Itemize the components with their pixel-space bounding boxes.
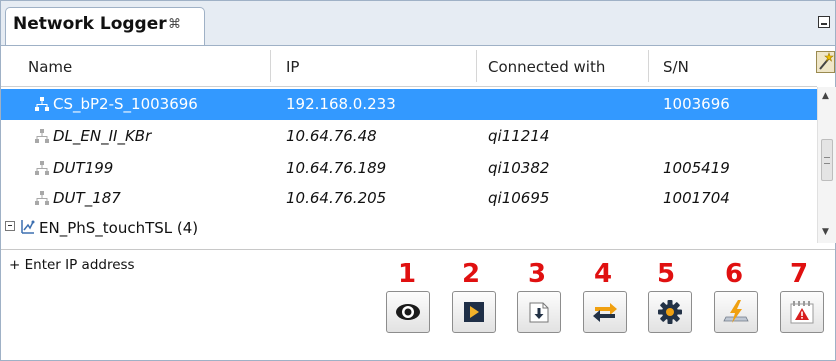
button-number-label: 2 [461, 259, 481, 289]
cell-ip: 10.64.76.48 [286, 127, 377, 145]
tab-close-icon[interactable]: ⌘ [168, 17, 181, 32]
button-number-label: 4 [593, 259, 613, 289]
table-row[interactable]: DUT199 10.64.76.189 qi10382 1005419 [1, 153, 817, 184]
column-header-sn[interactable]: S/N [663, 58, 689, 76]
settings-button[interactable] [648, 291, 692, 333]
table-row[interactable]: DL_EN_II_KBr 10.64.76.48 qi11214 [1, 121, 817, 152]
network-device-icon [35, 191, 49, 205]
column-separator [270, 50, 271, 82]
cell-ip: 10.64.76.205 [286, 189, 387, 207]
group-label: EN_PhS_touchTSL (4) [39, 219, 199, 237]
column-header-name[interactable]: Name [28, 58, 72, 76]
swap-arrows-icon [593, 303, 617, 322]
cell-ip: 10.64.76.189 [286, 159, 387, 177]
cell-sn: 1003696 [663, 95, 730, 113]
tab-title: Network Logger [13, 14, 167, 34]
column-separator [648, 50, 649, 82]
cell-sn: 1005419 [663, 159, 730, 177]
table-header: Name IP Connected with S/N [1, 46, 817, 87]
start-button[interactable] [452, 291, 496, 333]
table-row[interactable]: DUT_187 10.64.76.205 qi10695 1001704 [1, 183, 817, 214]
swap-button[interactable] [583, 291, 627, 333]
button-number-label: 1 [397, 259, 417, 289]
table-row[interactable]: CS_bP2-S_1003696 192.168.0.233 1003696 [1, 89, 817, 120]
cell-connected-with: qi10695 [488, 189, 550, 207]
scroll-up-icon[interactable]: ▲ [822, 91, 829, 101]
vertical-scrollbar[interactable]: ▲ ▼ [817, 87, 836, 243]
column-header-connected-with[interactable]: Connected with [488, 58, 605, 76]
flash-button[interactable] [714, 291, 758, 333]
group-row[interactable]: EN_PhS_touchTSL (4) [1, 213, 817, 244]
network-device-icon [35, 161, 49, 175]
download-icon [529, 302, 549, 323]
eye-icon [396, 304, 420, 320]
view-button[interactable] [386, 291, 430, 333]
collapse-toggle-icon[interactable] [5, 221, 15, 231]
network-group-icon [21, 220, 35, 234]
enter-ip-address-link[interactable]: + Enter IP address [9, 257, 135, 273]
cell-name: DL_EN_II_KBr [53, 127, 152, 145]
alert-log-button[interactable] [780, 291, 824, 333]
button-number-label: 6 [724, 259, 744, 289]
button-number-label: 3 [527, 259, 547, 289]
download-button[interactable] [517, 291, 561, 333]
network-device-icon [35, 97, 49, 111]
column-header-ip[interactable]: IP [286, 58, 299, 76]
network-logger-panel: Network Logger ⌘ Name IP Connected with … [0, 0, 836, 361]
network-device-icon [35, 129, 49, 143]
tab-bar: Network Logger ⌘ [1, 1, 835, 46]
divider [1, 249, 835, 250]
gear-icon [658, 300, 682, 324]
minimize-icon[interactable] [818, 16, 830, 28]
cell-name: DUT199 [53, 159, 114, 177]
column-chooser-icon[interactable] [816, 51, 835, 73]
flash-icon [723, 300, 749, 323]
warning-icon [790, 301, 814, 324]
scroll-down-icon[interactable]: ▼ [822, 227, 829, 237]
scroll-thumb[interactable] [821, 139, 833, 181]
cell-sn: 1001704 [663, 189, 730, 207]
button-number-label: 7 [789, 259, 809, 289]
column-separator [476, 50, 477, 82]
play-icon [464, 302, 484, 322]
cell-name: CS_bP2-S_1003696 [53, 95, 198, 113]
cell-ip: 192.168.0.233 [286, 95, 396, 113]
cell-connected-with: qi10382 [488, 159, 550, 177]
button-number-label: 5 [656, 259, 676, 289]
cell-name: DUT_187 [53, 189, 121, 207]
cell-connected-with: qi11214 [488, 127, 550, 145]
tab-network-logger[interactable]: Network Logger ⌘ [5, 7, 205, 45]
